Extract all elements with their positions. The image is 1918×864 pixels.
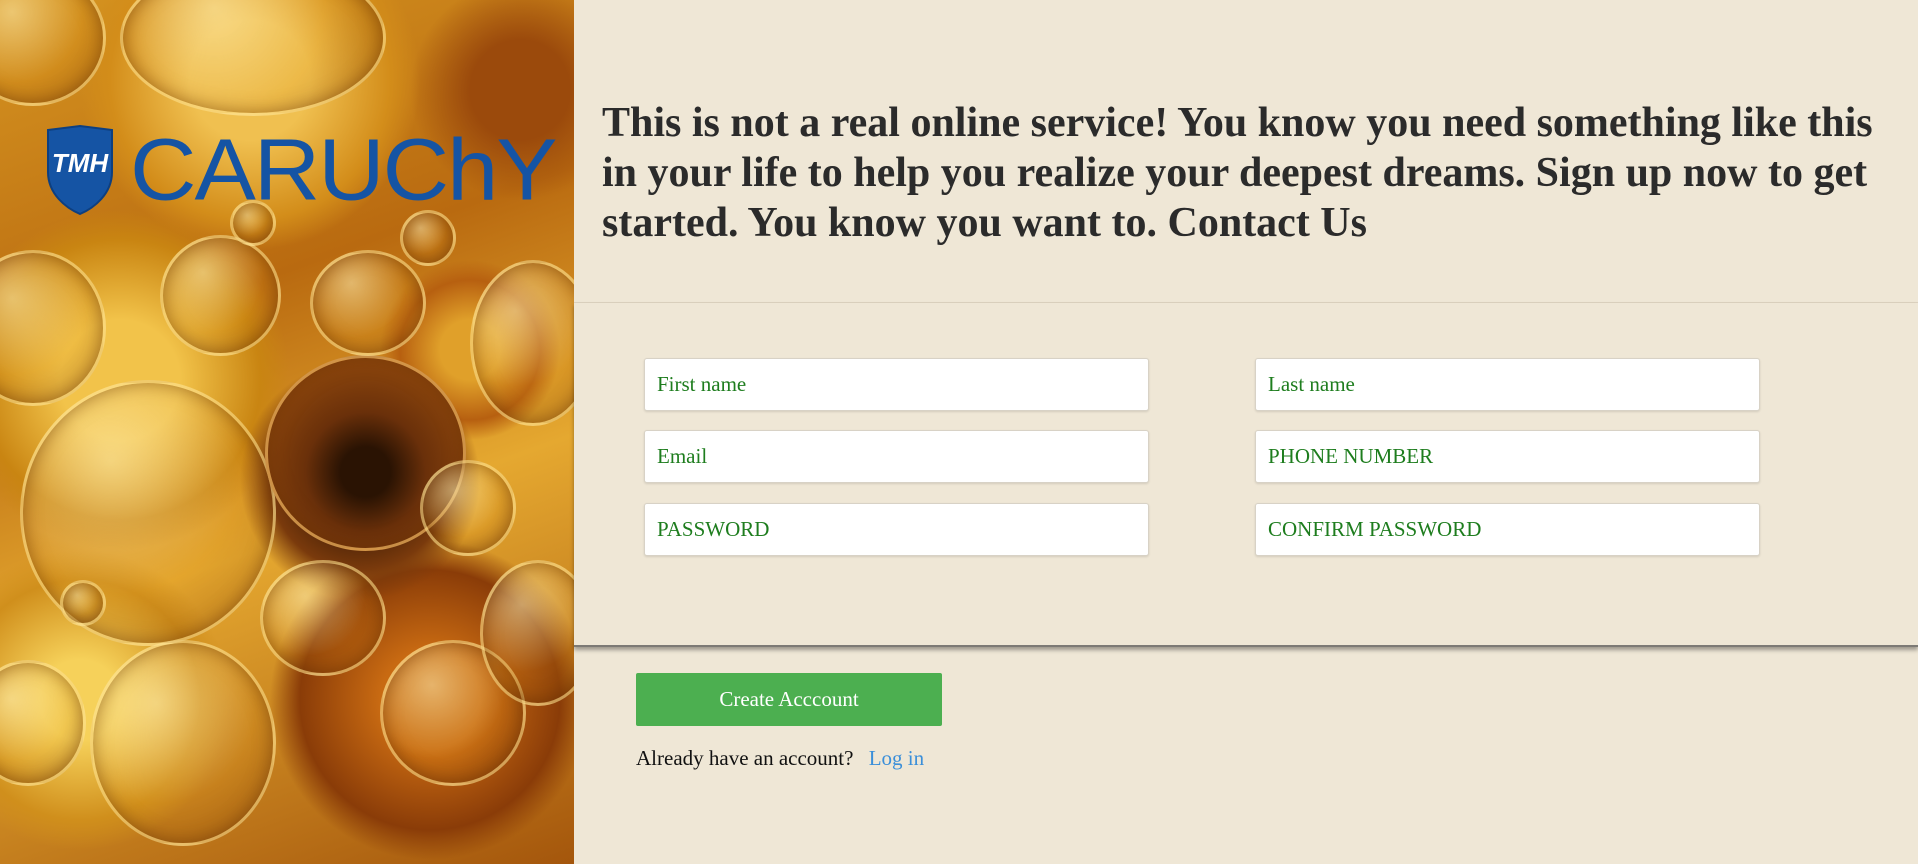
bubble-decoration [0, 660, 86, 786]
password-field[interactable] [644, 503, 1149, 556]
confirm-password-field[interactable] [1255, 503, 1760, 556]
bubble-decoration [310, 250, 426, 356]
bubble-decoration [470, 260, 574, 426]
login-prompt: Already have an account? Log in [636, 746, 924, 771]
bubble-decoration [0, 0, 106, 106]
shield-logo-icon: TMH [44, 124, 116, 216]
bubble-decoration [20, 380, 276, 646]
email-field[interactable] [644, 430, 1149, 483]
page-headline: This is not a real online service! You k… [602, 100, 1873, 246]
bubble-decoration [0, 250, 106, 406]
last-name-field[interactable] [1255, 358, 1760, 411]
signup-panel: This is not a real online service! You k… [574, 0, 1918, 864]
bubble-decoration [420, 460, 516, 556]
bubble-decoration [60, 580, 106, 626]
have-account-text: Already have an account? [636, 746, 854, 770]
bubble-decoration [160, 235, 281, 356]
logo-text: CARUChY [130, 121, 558, 219]
login-link[interactable]: Log in [869, 746, 924, 770]
header-section: This is not a real online service! You k… [574, 0, 1918, 303]
create-account-button[interactable]: Create Acccount [636, 673, 942, 726]
bubble-decoration [260, 560, 386, 676]
signup-form [574, 303, 1918, 647]
bubble-decoration [90, 640, 276, 846]
phone-number-field[interactable] [1255, 430, 1760, 483]
hero-image-panel: TMH CARUChY [0, 0, 574, 864]
shield-text: TMH [52, 148, 110, 178]
bubble-decoration [120, 0, 386, 116]
brand-logo: TMH CARUChY [44, 121, 558, 219]
first-name-field[interactable] [644, 358, 1149, 411]
